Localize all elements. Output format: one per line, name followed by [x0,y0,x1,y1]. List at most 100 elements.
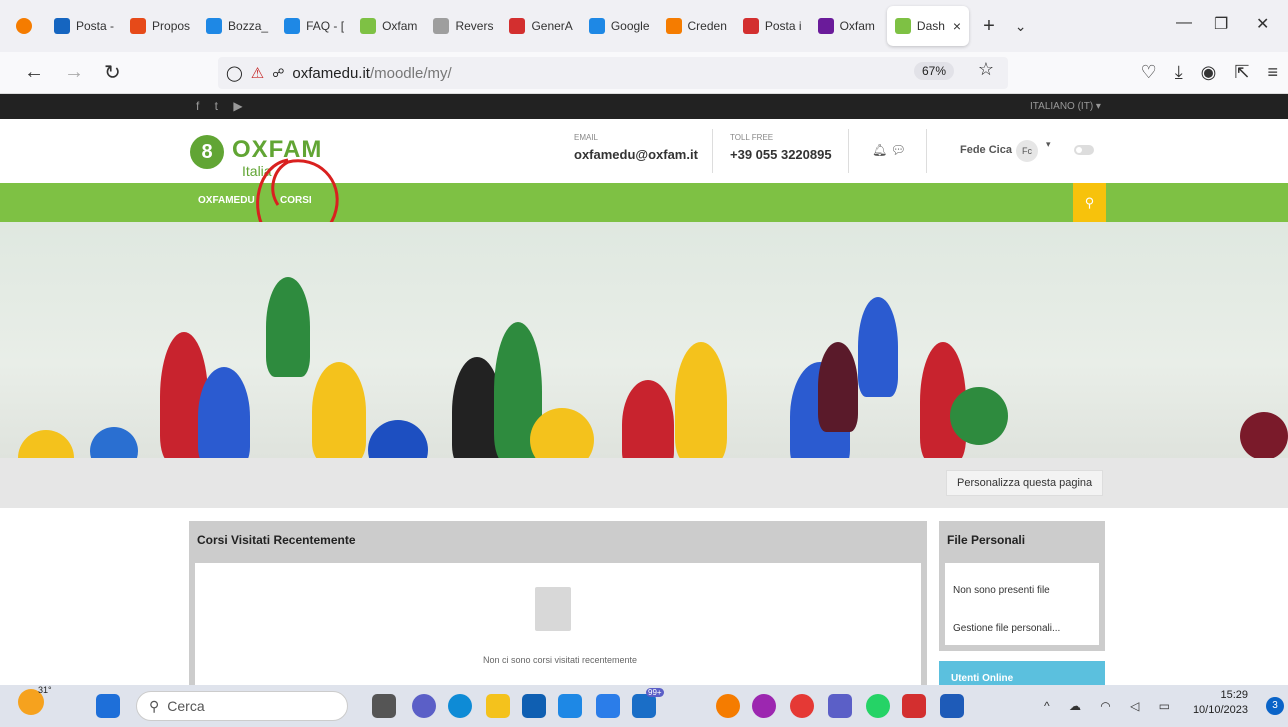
close-window-icon[interactable]: ✕ [1256,14,1269,34]
search-icon[interactable]: ⚲ [1073,183,1106,222]
tab-label: Posta - [76,19,115,33]
social-bar: f t ▶ ITALIANO (IT) ▾ [0,94,1288,119]
bookmark-star-icon[interactable]: ☆ [978,59,994,80]
task-view-icon[interactable] [372,694,396,718]
hero-ball [368,420,428,458]
download-icon[interactable]: ⤓ [1175,62,1183,83]
divider [848,129,849,173]
word-icon[interactable] [940,694,964,718]
taskbar-search[interactable]: ⚲ Cerca [136,691,348,721]
temperature: 31° [38,685,52,695]
chat-icon[interactable]: 💬︎ [891,143,906,157]
logo-name[interactable]: OXFAM [232,136,322,164]
browser-tab[interactable]: Bozza_ [198,6,276,46]
hero-pawn [622,380,674,458]
bell-icon[interactable]: 🔔︎ [872,143,887,157]
clock[interactable]: 15:29 10/10/2023 [1184,688,1248,718]
date: 10/10/2023 [1192,704,1248,716]
browser-tab[interactable]: Oxfam [810,6,883,46]
mail-icon[interactable]: 99+ [632,688,664,718]
forward-icon[interactable]: → [54,61,94,84]
chevron-down-icon[interactable]: ▾ [1046,139,1051,150]
toggle-switch[interactable] [1074,145,1094,155]
tab-favicon-icon [742,18,759,34]
files-block: File Personali Non sono presenti file Ge… [939,521,1105,651]
tab-favicon-icon [665,18,682,34]
tab-label: Creden [687,19,727,33]
site-info-icon[interactable]: ☍ [272,66,284,80]
tollfree-value: +39 055 3220895 [730,147,832,162]
browser-tab[interactable]: Google [581,6,658,46]
browser-tab[interactable]: Oxfam [352,6,425,46]
todo-icon[interactable] [596,694,620,718]
minimize-icon[interactable]: — [1176,14,1192,32]
email-label: EMAIL [574,133,599,142]
whatsapp-icon[interactable] [866,694,890,718]
restore-icon[interactable]: ❐ [1214,14,1228,34]
customize-page-button[interactable]: Personalizza questa pagina [946,470,1104,496]
oxfam-logo-icon[interactable]: 8 [190,135,224,169]
teams-icon[interactable] [828,694,852,718]
tab-favicon-icon [284,18,301,34]
reload-icon[interactable]: ↻ [94,60,131,85]
close-tab-icon[interactable]: × [953,18,961,34]
tab-favicon-icon [588,18,605,34]
language-selector[interactable]: ITALIANO (IT) ▾ [1030,101,1101,112]
hero-ball [950,387,1008,445]
user-name[interactable]: Fede Cica [960,144,1012,156]
browser-tab[interactable]: GenerA [501,6,580,46]
browser-tab[interactable]: Revers [425,6,501,46]
file-explorer-icon[interactable] [486,694,510,718]
url-path: /moodle/my/ [369,64,452,82]
url-bar[interactable]: ◯ ⚠ ☍ oxfamedu.it/moodle/my/ 67% ☆ [218,57,1008,89]
tab-label: Oxfam [382,19,418,33]
new-tab-button[interactable]: + [973,15,1005,38]
weather-icon[interactable]: 31° [18,685,52,715]
menu-item-oxfamedu[interactable]: OXFAMEDU [198,195,255,206]
browser-tab[interactable]: Posta - [46,6,122,46]
manage-files-link[interactable]: Gestione file personali... [953,623,1060,634]
tab-list-button[interactable]: ⌄ [1005,18,1037,35]
permissions-icon[interactable]: ⚠ [251,64,264,82]
app-icon[interactable] [752,694,776,718]
main-menu: OXFAMEDU CORSI ⚲ [0,183,1288,222]
browser-tab[interactable]: Propos [122,6,198,46]
social-icons[interactable]: f t ▶ [196,99,249,113]
browser-tab-bar: Posta - Propos Bozza_ FAQ - [ Oxfam Revers Gen… [0,0,1288,52]
menu-icon[interactable]: ≡ [1267,62,1278,83]
chrome-icon[interactable] [790,694,814,718]
app-icon[interactable] [558,694,582,718]
tab-label: Google [610,19,650,33]
tab-favicon-icon [130,18,147,34]
firefox-icon[interactable] [716,694,740,718]
chat-app-icon[interactable] [412,694,436,718]
pocket-icon[interactable]: ♡ [1141,62,1157,83]
browser-tab[interactable]: Posta i [735,6,810,46]
browser-tab[interactable]: FAQ - [ [276,6,352,46]
files-empty: Non sono presenti file [953,585,1050,596]
store-icon[interactable] [522,694,546,718]
zoom-indicator[interactable]: 67% [913,62,954,80]
time: 15:29 [1220,689,1248,701]
block-body: Non sono presenti file Gestione file per… [945,563,1099,645]
toolbar-right: ♡ ⤓ ◉ ⇱ ≡ [1141,62,1278,83]
shield-icon[interactable]: ◯ [226,64,243,82]
acrobat-icon[interactable] [902,694,926,718]
system-tray[interactable]: ^ ☁ ◠ ◁ ▭ [1044,699,1178,713]
email-value[interactable]: oxfamedu@oxfam.it [574,147,698,162]
firefox-menu-icon[interactable] [0,6,46,46]
browser-tab[interactable]: Dash × [886,6,970,46]
avatar[interactable]: Fc [1016,140,1038,162]
tab-label: Propos [152,19,191,33]
browser-tab[interactable]: Creden [658,6,735,46]
extension-icon[interactable]: ◉ [1201,62,1217,83]
menu-item-corsi[interactable]: CORSI [280,195,312,206]
notification-badge[interactable]: 3 [1266,697,1284,715]
start-icon[interactable] [96,694,120,718]
share-icon[interactable]: ⇱ [1234,62,1249,83]
back-icon[interactable]: ← [14,61,54,84]
edge-icon[interactable] [448,694,472,718]
tab-label: Bozza_ [228,19,269,33]
hero-ball [530,408,594,458]
tab-label: Revers [455,19,494,33]
